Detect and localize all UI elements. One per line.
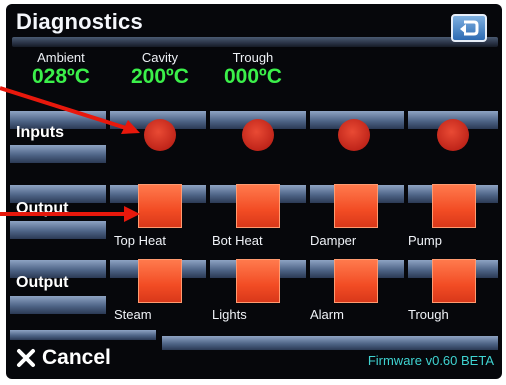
annotation-arrow-inputs [0, 86, 127, 130]
annotation-arrowhead-output [124, 206, 140, 222]
annotation-arrows [0, 86, 140, 222]
